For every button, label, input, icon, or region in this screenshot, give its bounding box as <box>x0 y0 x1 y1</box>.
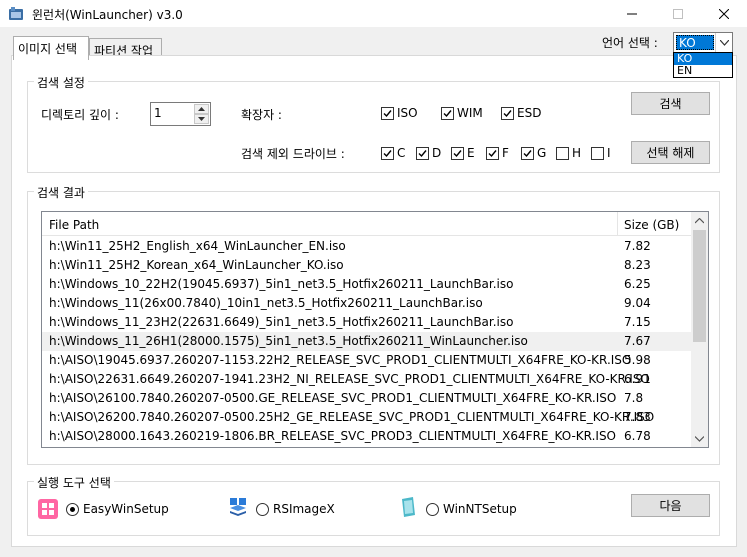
maximize-icon <box>673 9 683 19</box>
exclude-drive-label: 검색 제외 드라이브 : <box>241 147 345 161</box>
column-header-size[interactable]: Size (GB) <box>624 218 679 232</box>
radio-rsimagex[interactable]: RSImageX <box>256 502 335 516</box>
close-icon <box>719 9 729 19</box>
checkbox-drive-c[interactable]: C <box>381 146 405 160</box>
table-row[interactable]: h:\Windows_11(26x00.7840)_10in1_net3.5_H… <box>42 294 692 313</box>
scroll-up-icon[interactable] <box>691 212 708 229</box>
column-header-path[interactable]: File Path <box>49 218 99 232</box>
check-icon <box>488 149 497 157</box>
language-select[interactable]: KO <box>673 32 733 53</box>
file-size: 9.04 <box>624 296 651 310</box>
search-results-title: 검색 결과 <box>34 184 88 201</box>
file-path: h:\AISO\26200.7840.260207-0500.25H2_GE_R… <box>49 410 655 424</box>
file-size: 6.25 <box>624 277 651 291</box>
search-button[interactable]: 검색 <box>631 92 710 115</box>
file-path: h:\Windows_11_23H2(22631.6649)_5in1_net3… <box>49 315 514 329</box>
vertical-scrollbar[interactable] <box>691 212 708 447</box>
file-path: h:\AISO\19045.6937.260207-1153.22H2_RELE… <box>49 353 632 367</box>
check-icon <box>453 149 462 157</box>
deselect-button[interactable]: 선택 해제 <box>631 141 710 164</box>
spin-down-icon[interactable] <box>194 114 209 124</box>
file-size: 6.91 <box>624 372 651 386</box>
checkbox-drive-i[interactable]: I <box>591 146 611 160</box>
minimize-button[interactable] <box>609 0 655 28</box>
table-row[interactable]: h:\AISO\22631.6649.260207-1941.23H2_NI_R… <box>42 370 692 389</box>
chevron-down-icon[interactable] <box>715 33 732 52</box>
spin-up-icon[interactable] <box>194 104 209 114</box>
file-list[interactable]: File Path Size (GB) h:\Win11_25H2_Englis… <box>41 211 709 448</box>
file-size: 6.78 <box>624 429 651 443</box>
file-path: h:\Windows_10_22H2(19045.6937)_5in1_net3… <box>49 277 514 291</box>
check-icon <box>418 149 427 157</box>
file-path: h:\AISO\28000.1643.260219-1806.BR_RELEAS… <box>49 429 617 443</box>
checkbox-drive-h[interactable]: H <box>556 146 581 160</box>
column-divider[interactable] <box>617 212 618 236</box>
file-rows: h:\Win11_25H2_English_x64_WinLauncher_EN… <box>42 237 692 446</box>
checkbox-esd[interactable]: ESD <box>501 106 541 120</box>
file-size: 7.8 <box>624 391 644 405</box>
search-settings-title: 검색 설정 <box>34 74 88 91</box>
radio-easywinsetup[interactable]: EasyWinSetup <box>66 502 169 516</box>
table-row[interactable]: h:\AISO\26100.7840.260207-0500.GE_RELEAS… <box>42 389 692 408</box>
language-dropdown: KO EN <box>673 52 733 78</box>
file-path: h:\AISO\26100.7840.260207-0500.GE_RELEAS… <box>49 391 617 405</box>
file-size: 7.67 <box>624 334 651 348</box>
rsimagex-icon <box>230 498 246 516</box>
app-icon <box>9 7 23 20</box>
title-bar: 윈런처(WinLauncher) v3.0 <box>0 0 747 28</box>
list-header: File Path Size (GB) <box>42 212 692 236</box>
file-path: h:\Windows_11_26H1(28000.1575)_5in1_net3… <box>49 334 528 348</box>
file-path: h:\Win11_25H2_English_x64_WinLauncher_EN… <box>49 239 346 253</box>
close-button[interactable] <box>701 0 747 28</box>
check-icon <box>443 109 452 117</box>
table-row[interactable]: h:\AISO\26200.7840.260207-0500.25H2_GE_R… <box>42 408 692 427</box>
table-row[interactable]: h:\Win11_25H2_Korean_x64_WinLauncher_KO.… <box>42 256 692 275</box>
check-icon <box>503 109 512 117</box>
depth-spinner[interactable]: 1 <box>150 102 211 126</box>
checkbox-drive-f[interactable]: F <box>486 146 509 160</box>
depth-label: 디렉토리 깊이 : <box>41 108 119 122</box>
file-path: h:\AISO\22631.6649.260207-1941.23H2_NI_R… <box>49 372 650 386</box>
file-size: 7.83 <box>624 410 651 424</box>
search-settings-group: 검색 설정 <box>27 74 720 173</box>
checkbox-drive-d[interactable]: D <box>416 146 441 160</box>
checkbox-iso[interactable]: ISO <box>381 106 418 120</box>
file-size: 5.98 <box>624 353 651 367</box>
table-row[interactable]: h:\Win11_25H2_English_x64_WinLauncher_EN… <box>42 237 692 256</box>
table-row-selected[interactable]: h:\Windows_11_26H1(28000.1575)_5in1_net3… <box>42 332 692 351</box>
radio-winntsetup[interactable]: WinNTSetup <box>426 502 517 516</box>
language-selected-value: KO <box>676 35 714 50</box>
checkbox-drive-g[interactable]: G <box>521 146 546 160</box>
check-icon <box>383 149 392 157</box>
table-row[interactable]: h:\AISO\19045.6937.260207-1153.22H2_RELE… <box>42 351 692 370</box>
scroll-down-icon[interactable] <box>691 430 708 447</box>
language-option-en[interactable]: EN <box>674 65 732 77</box>
file-size: 7.82 <box>624 239 651 253</box>
minimize-icon <box>627 13 637 15</box>
next-button[interactable]: 다음 <box>631 494 710 517</box>
extension-label: 확장자 : <box>241 108 282 122</box>
check-icon <box>383 109 392 117</box>
maximize-button[interactable] <box>655 0 701 28</box>
tool-select-title: 실행 도구 선택 <box>34 474 114 491</box>
table-row[interactable]: h:\Windows_10_22H2(19045.6937)_5in1_net3… <box>42 275 692 294</box>
file-path: h:\Windows_11(26x00.7840)_10in1_net3.5_H… <box>49 296 483 310</box>
window-title: 윈런처(WinLauncher) v3.0 <box>32 8 183 22</box>
file-size: 7.15 <box>624 315 651 329</box>
language-label: 언어 선택 : <box>602 36 658 50</box>
file-path: h:\Win11_25H2_Korean_x64_WinLauncher_KO.… <box>49 258 344 272</box>
easywinsetup-icon <box>38 499 58 519</box>
table-row[interactable]: h:\Windows_11_23H2(22631.6649)_5in1_net3… <box>42 313 692 332</box>
winntsetup-icon <box>402 497 415 517</box>
scrollbar-thumb[interactable] <box>693 230 706 342</box>
depth-value: 1 <box>154 106 162 120</box>
file-size: 8.23 <box>624 258 651 272</box>
checkbox-wim[interactable]: WIM <box>441 106 483 120</box>
table-row[interactable]: h:\AISO\28000.1643.260219-1806.BR_RELEAS… <box>42 427 692 446</box>
check-icon <box>523 149 532 157</box>
checkbox-drive-e[interactable]: E <box>451 146 475 160</box>
tab-image-select[interactable]: 이미지 선택 <box>13 36 89 60</box>
